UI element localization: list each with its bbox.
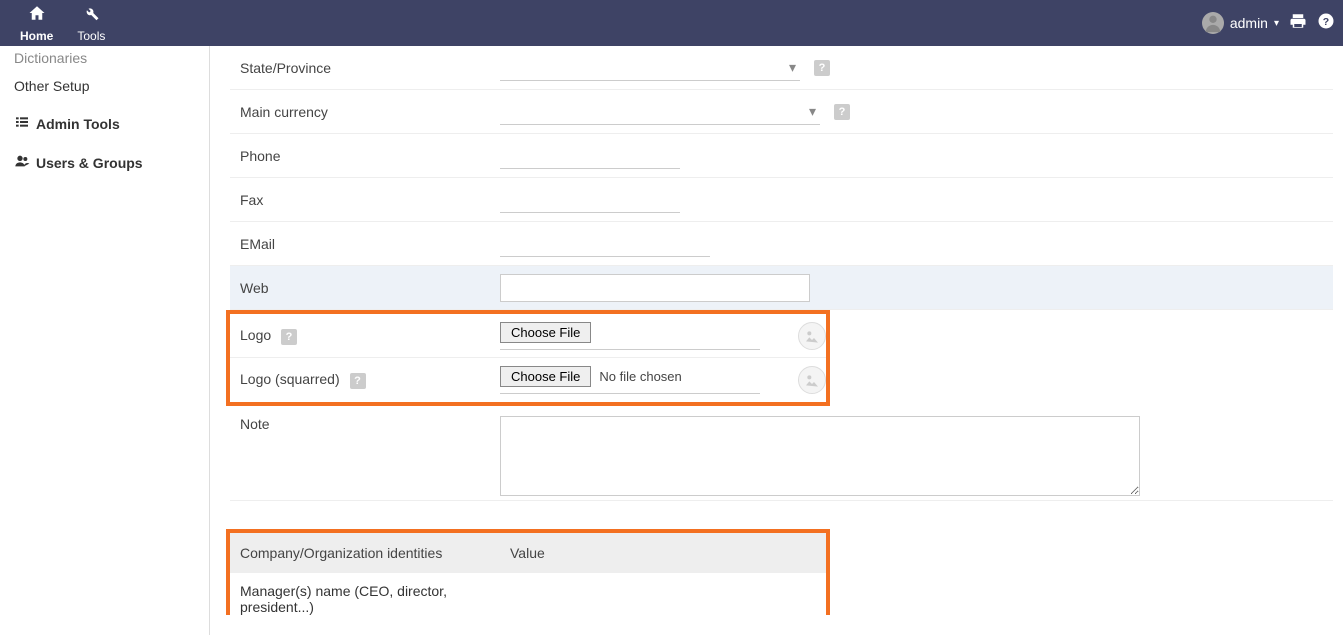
main-currency-select[interactable]: ▾ [500,99,820,125]
logo-choose-file-button[interactable]: Choose File [500,322,591,343]
row-web: Web [230,266,1333,310]
logo-label: Logo ? [230,327,500,345]
identities-header: Company/Organization identities Value [230,533,826,573]
fax-label: Fax [230,192,500,208]
logo-squared-label: Logo (squarred) ? [230,371,500,389]
logo-squared-file-status: No file chosen [599,369,681,384]
chevron-down-icon: ▾ [789,59,796,76]
state-province-label: State/Province [230,60,500,76]
sidebar-item-dictionaries[interactable]: Dictionaries [12,44,197,72]
help-icon[interactable]: ? [834,104,850,120]
fax-input[interactable] [500,187,680,213]
row-logo-squared: Logo (squarred) ? Choose File No file ch… [230,358,826,402]
print-icon[interactable] [1289,12,1307,35]
identities-highlight-frame: Company/Organization identities Value Ma… [226,529,830,615]
main-layout: Dictionaries Other Setup Admin Tools Use… [0,46,1343,635]
sidebar-item-other-setup[interactable]: Other Setup [12,72,197,100]
identities-col1-header: Company/Organization identities [240,545,510,561]
row-phone: Phone [230,134,1333,178]
list-icon [14,114,30,133]
home-icon [28,4,46,27]
top-navbar: Home Tools admin ▾ ? [0,0,1343,46]
sidebar-users-groups-label: Users & Groups [36,155,143,171]
svg-text:?: ? [1323,15,1329,27]
email-label: EMail [230,236,500,252]
help-icon[interactable]: ? [1317,12,1335,35]
row-email: EMail [230,222,1333,266]
logo-highlight-frame: Logo ? Choose File [226,310,830,406]
sidebar: Dictionaries Other Setup Admin Tools Use… [0,46,210,635]
avatar-icon [1202,12,1224,34]
help-icon[interactable]: ? [350,373,366,389]
main-currency-label: Main currency [230,104,500,120]
web-label: Web [230,280,500,296]
note-label: Note [230,416,500,432]
state-province-select[interactable]: ▾ [500,55,800,81]
username-label: admin [1230,15,1268,31]
help-icon[interactable]: ? [281,329,297,345]
help-icon[interactable]: ? [814,60,830,76]
chevron-down-icon: ▾ [1274,18,1279,29]
user-menu[interactable]: admin ▾ [1202,12,1279,34]
phone-input[interactable] [500,143,680,169]
phone-label: Phone [230,148,500,164]
navbar-left: Home Tools [8,0,117,46]
row-note: Note [230,406,1333,501]
identities-managers-label: Manager(s) name (CEO, director, presiden… [240,583,510,615]
web-input[interactable] [500,274,810,302]
spacer [230,501,1333,529]
identities-row-managers: Manager(s) name (CEO, director, presiden… [230,573,826,615]
sidebar-item-users-groups[interactable]: Users & Groups [12,139,197,178]
email-input[interactable] [500,231,710,257]
navbar-right: admin ▾ ? [1202,12,1335,35]
main-content: State/Province ▾ ? Main currency ▾ ? Pho… [210,46,1343,635]
row-fax: Fax [230,178,1333,222]
row-main-currency: Main currency ▾ ? [230,90,1333,134]
nav-tools-label: Tools [77,29,105,43]
logo-label-text: Logo [240,327,271,343]
logo-preview-icon [798,322,826,350]
nav-tools[interactable]: Tools [65,0,117,46]
sidebar-item-admin-tools[interactable]: Admin Tools [12,100,197,139]
chevron-down-icon: ▾ [809,103,816,120]
note-textarea[interactable] [500,416,1140,496]
logo-squared-choose-file-button[interactable]: Choose File [500,366,591,387]
nav-home[interactable]: Home [8,0,65,46]
identities-col2-header: Value [510,545,545,561]
logo-squared-preview-icon [798,366,826,394]
users-icon [14,153,30,172]
row-state-province: State/Province ▾ ? [230,46,1333,90]
nav-home-label: Home [20,29,53,43]
wrench-icon [82,4,100,27]
sidebar-admin-tools-label: Admin Tools [36,116,120,132]
logo-squared-label-text: Logo (squarred) [240,371,340,387]
row-logo: Logo ? Choose File [230,314,826,358]
